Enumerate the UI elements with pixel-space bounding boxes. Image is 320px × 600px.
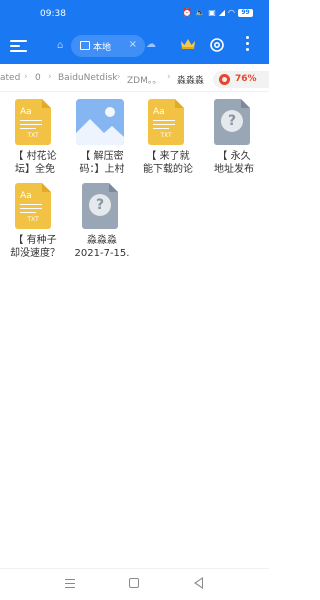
file-name: 淼淼淼 xyxy=(87,235,117,246)
file-name: 2021-7-15. xyxy=(74,248,130,259)
status-time: 09:38 xyxy=(40,9,66,19)
image-file-icon xyxy=(76,99,124,145)
status-icons: ⏰ 🔈 ▣ ◢ ◠ 99 xyxy=(182,8,253,18)
unknown-file-icon: ? xyxy=(214,99,250,145)
app-toolbar: ⌂ 本地 × ☁ xyxy=(0,30,269,64)
hd-icon: ▣ xyxy=(208,8,216,17)
breadcrumb-separator: › xyxy=(117,72,121,82)
breadcrumb-item[interactable]: 0 xyxy=(35,73,41,83)
file-item[interactable]: ? 淼淼淼 2021-7-15. xyxy=(71,183,133,263)
txt-file-icon: Aa TXT xyxy=(15,99,51,145)
menu-button[interactable] xyxy=(10,38,28,54)
file-name: 坛】全免 xyxy=(15,164,55,175)
wifi-icon: ◠ xyxy=(228,8,235,17)
file-name: 却没速度？ xyxy=(10,248,60,259)
status-bar: 09:38 ⏰ 🔈 ▣ ◢ ◠ 99 xyxy=(0,0,269,30)
close-tab-icon[interactable]: × xyxy=(129,39,137,50)
file-item[interactable]: Aa TXT 【 村花论 坛】全免 xyxy=(4,99,66,179)
home-button-icon[interactable] xyxy=(129,578,139,588)
more-options-icon[interactable] xyxy=(244,36,250,56)
file-name: 【 永久 xyxy=(217,151,251,162)
system-nav-bar xyxy=(0,568,269,600)
txt-file-icon: Aa TXT xyxy=(15,183,51,229)
file-name: 【 解压密 xyxy=(80,151,124,162)
unknown-file-icon: ? xyxy=(82,183,118,229)
breadcrumb-item[interactable]: ZDM。。 xyxy=(127,73,161,86)
file-name: 【 有种子 xyxy=(13,235,57,246)
file-name: 【 村花论 xyxy=(13,151,57,162)
storage-ring-icon xyxy=(219,74,230,85)
storage-usage-badge[interactable]: 76% xyxy=(213,71,269,88)
folder-tab-icon xyxy=(80,41,90,50)
file-name: 能下载的论 xyxy=(143,164,193,175)
storage-percent: 76% xyxy=(235,74,257,84)
cloud-icon[interactable]: ☁ xyxy=(146,39,156,50)
file-item[interactable]: 【 解压密 码：】上村 xyxy=(71,99,133,179)
tab-local-label: 本地 xyxy=(93,43,112,53)
recent-apps-icon[interactable] xyxy=(65,579,75,588)
breadcrumb-separator: › xyxy=(167,72,171,82)
file-name: 【 来了就 xyxy=(146,151,190,162)
breadcrumb-current[interactable]: 淼淼淼 xyxy=(177,73,204,86)
breadcrumb: ated › 0 › BaiduNetdisk › ZDM。。 › 淼淼淼 76… xyxy=(0,66,269,92)
gear-icon[interactable] xyxy=(209,37,225,53)
battery-icon: 99 xyxy=(238,9,253,17)
alarm-icon: ⏰ xyxy=(182,8,193,17)
txt-file-icon: Aa TXT xyxy=(148,99,184,145)
tab-local[interactable]: 本地 × xyxy=(71,35,145,57)
file-item[interactable]: ? 【 永久 地址发布 xyxy=(203,99,265,179)
signal-icon: ◢ xyxy=(218,8,226,17)
file-name: 码：】上村 xyxy=(79,164,125,175)
volume-icon: 🔈 xyxy=(195,8,206,17)
breadcrumb-separator: › xyxy=(24,72,28,82)
home-icon[interactable]: ⌂ xyxy=(57,40,68,51)
breadcrumb-item[interactable]: ated xyxy=(0,73,20,83)
breadcrumb-separator: › xyxy=(48,72,52,82)
crown-icon[interactable] xyxy=(180,37,196,51)
file-item[interactable]: Aa TXT 【 有种子 却没速度？ xyxy=(4,183,66,263)
breadcrumb-item[interactable]: BaiduNetdisk xyxy=(58,73,118,83)
file-name: 地址发布 xyxy=(214,164,254,175)
file-item[interactable]: Aa TXT 【 来了就 能下载的论 xyxy=(137,99,199,179)
back-icon[interactable] xyxy=(194,577,203,589)
